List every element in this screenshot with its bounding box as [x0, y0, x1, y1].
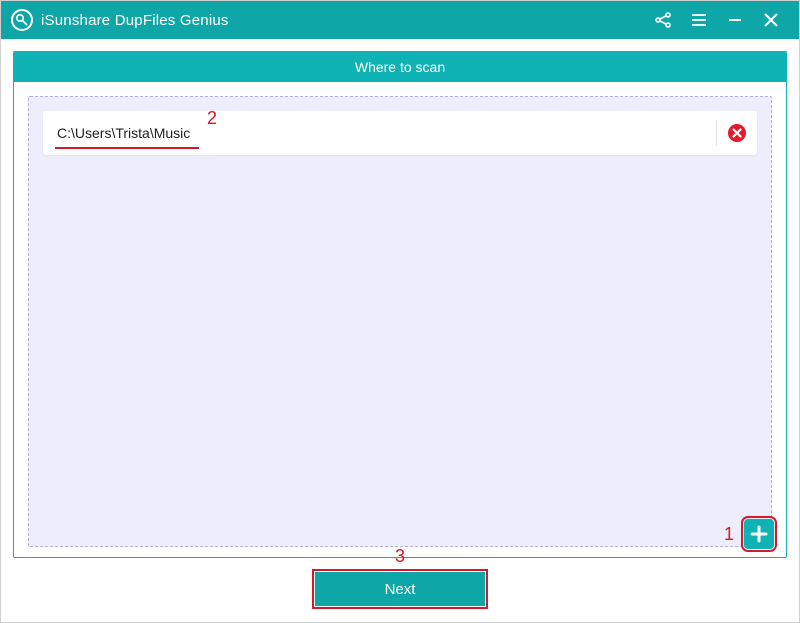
path-divider: [716, 120, 717, 146]
footer: 3 Next: [13, 558, 787, 610]
path-row: C:\Users\Trista\Music: [43, 111, 757, 155]
app-logo-icon: [11, 9, 33, 31]
next-button[interactable]: Next: [315, 572, 485, 606]
add-path-button[interactable]: [744, 519, 774, 549]
app-window: iSunshare DupFiles Genius: [0, 0, 800, 623]
path-text: C:\Users\Trista\Music: [57, 125, 706, 141]
annotation-underline: [55, 147, 199, 149]
app-title: iSunshare DupFiles Genius: [41, 12, 229, 29]
remove-path-button[interactable]: [727, 123, 747, 143]
minimize-button[interactable]: [717, 1, 753, 39]
paths-drop-area: C:\Users\Trista\Music 2: [28, 96, 772, 547]
menu-button[interactable]: [681, 1, 717, 39]
share-button[interactable]: [645, 1, 681, 39]
close-button[interactable]: [753, 1, 789, 39]
panel-header: Where to scan: [14, 52, 786, 82]
content-area: Where to scan C:\Users\Trista\Music: [1, 39, 799, 622]
panel-body: C:\Users\Trista\Music 2: [14, 82, 786, 557]
titlebar: iSunshare DupFiles Genius: [1, 1, 799, 39]
scan-panel: Where to scan C:\Users\Trista\Music: [13, 51, 787, 558]
annotation-1: 1: [724, 524, 734, 545]
